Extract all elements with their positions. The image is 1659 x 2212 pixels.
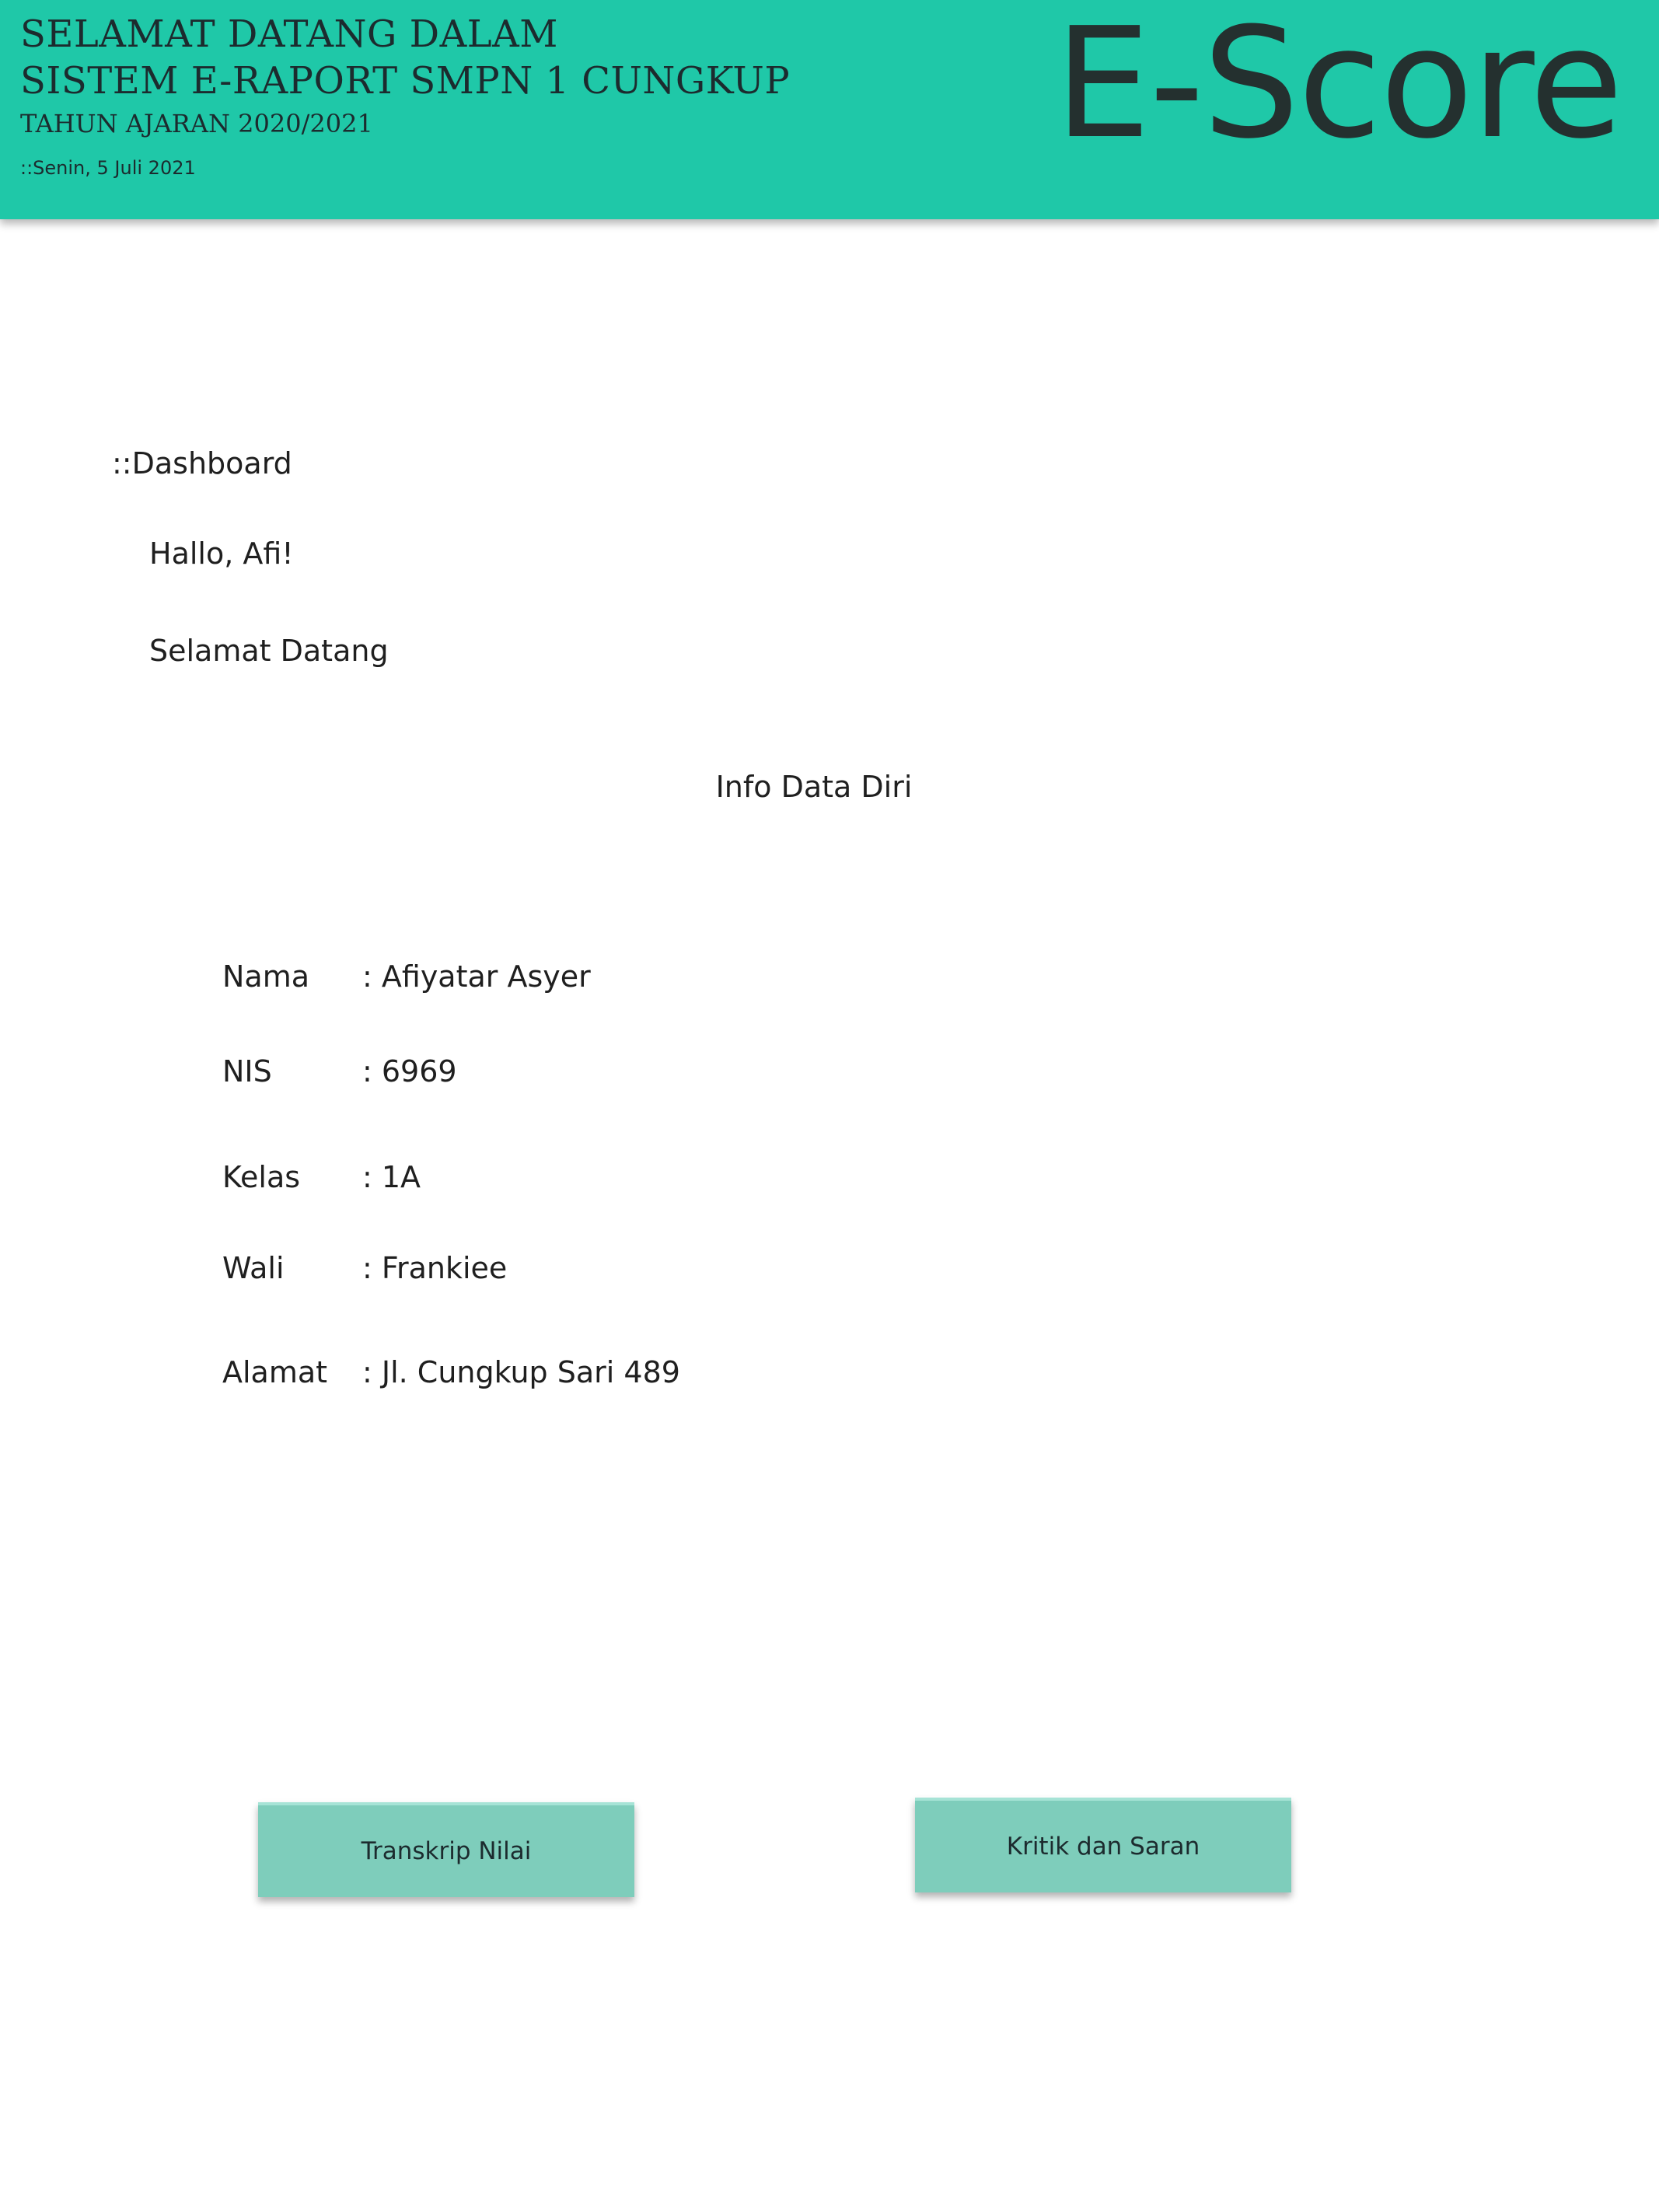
feedback-button-label: Kritik dan Saran bbox=[1006, 1833, 1200, 1861]
feedback-button[interactable]: Kritik dan Saran bbox=[915, 1798, 1291, 1892]
info-label: NIS bbox=[222, 1054, 272, 1089]
transcript-button-label: Transkrip Nilai bbox=[361, 1837, 532, 1865]
info-section-title: Info Data Diri bbox=[715, 770, 913, 804]
info-row-nama: Nama : Afiyatar Asyer bbox=[222, 959, 591, 994]
info-row-kelas: Kelas : 1A bbox=[222, 1160, 421, 1194]
info-value: : 6969 bbox=[362, 1054, 457, 1089]
info-value: : Frankiee bbox=[362, 1251, 508, 1285]
info-row-wali: Wali : Frankiee bbox=[222, 1251, 507, 1285]
app-logo: E-Score bbox=[1054, 0, 1623, 173]
info-label: Nama bbox=[222, 959, 310, 994]
transcript-button[interactable]: Transkrip Nilai bbox=[258, 1802, 634, 1897]
greeting-text: Hallo, Afi! bbox=[149, 536, 294, 571]
header-date: ::Senin, 5 Juli 2021 bbox=[20, 157, 196, 179]
header-title-line2: SISTEM E-RAPORT SMPN 1 CUNGKUP bbox=[20, 59, 791, 103]
app-header: SELAMAT DATANG DALAM SISTEM E-RAPORT SMP… bbox=[0, 0, 1659, 219]
info-row-alamat: Alamat : Jl. Cungkup Sari 489 bbox=[222, 1355, 680, 1389]
breadcrumb: ::Dashboard bbox=[112, 446, 292, 480]
info-label: Alamat bbox=[222, 1355, 328, 1389]
info-label: Wali bbox=[222, 1251, 285, 1285]
welcome-text: Selamat Datang bbox=[149, 634, 389, 668]
info-value: : 1A bbox=[362, 1160, 421, 1194]
info-value: : Afiyatar Asyer bbox=[362, 959, 591, 994]
header-title-line1: SELAMAT DATANG DALAM bbox=[20, 12, 558, 56]
info-value: : Jl. Cungkup Sari 489 bbox=[362, 1355, 680, 1389]
info-label: Kelas bbox=[222, 1160, 301, 1194]
info-row-nis: NIS : 6969 bbox=[222, 1054, 457, 1089]
header-school-year: TAHUN AJARAN 2020/2021 bbox=[20, 109, 373, 138]
